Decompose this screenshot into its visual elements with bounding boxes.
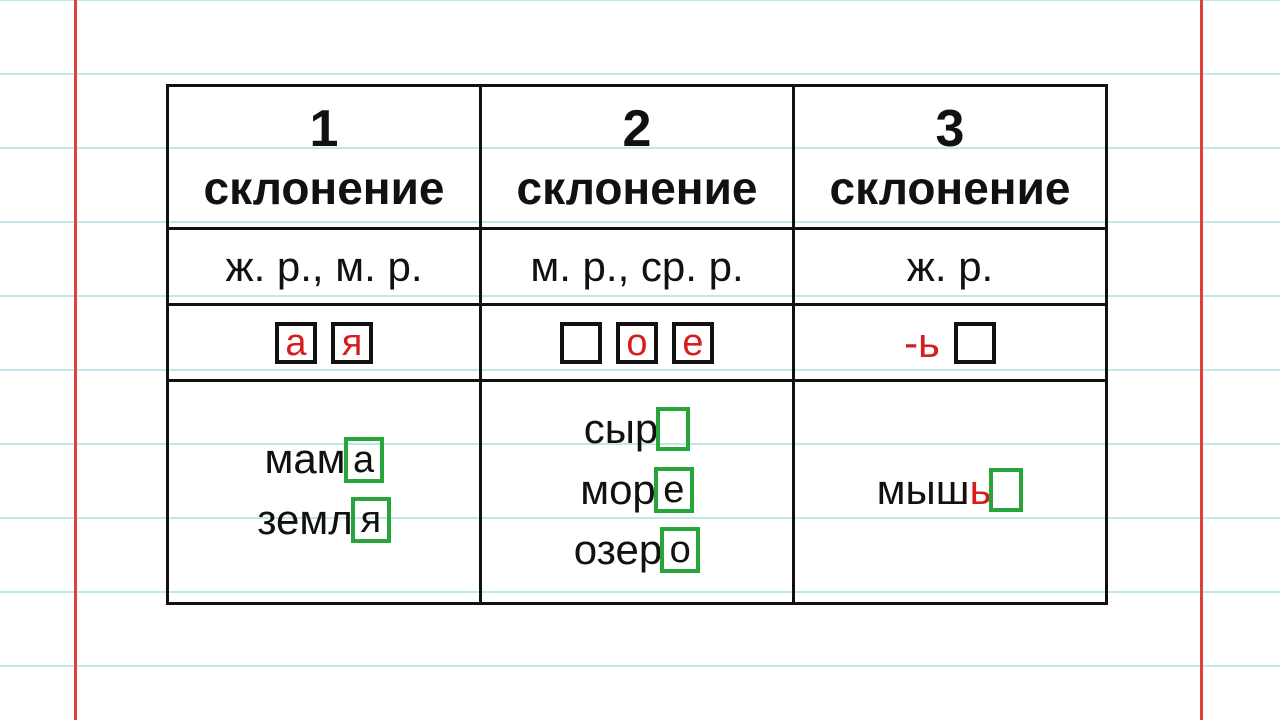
endings-cell-3: -ь <box>794 305 1107 381</box>
suffix-box <box>656 407 690 451</box>
margin-line <box>74 0 77 720</box>
ending-box <box>560 322 602 364</box>
gender-cell-1: ж. р., м. р. <box>168 229 481 305</box>
rule-line <box>0 665 1280 667</box>
declension-number: 1 <box>169 98 479 160</box>
declension-number: 3 <box>795 98 1105 160</box>
word-stem: сыр <box>584 402 659 457</box>
word-stem: мор <box>580 463 656 518</box>
endings-cell-2: ое <box>481 305 794 381</box>
example-word: земля <box>175 493 473 548</box>
suffix-box: о <box>660 527 700 573</box>
declension-number: 2 <box>482 98 792 160</box>
examples-cell-1: мама земля <box>168 381 481 604</box>
suffix-box: а <box>344 437 384 483</box>
suffix-box: е <box>654 467 694 513</box>
examples-cell-2: сырмореозеро <box>481 381 794 604</box>
suffix-box <box>989 468 1023 512</box>
ending-box <box>954 322 996 364</box>
example-word: мышь <box>801 463 1099 518</box>
ending-box: е <box>672 322 714 364</box>
suffix-box: я <box>351 497 391 543</box>
soft-sign: ь <box>969 463 991 518</box>
declension-label: склонение <box>169 161 479 216</box>
col-header-2: 2склонение <box>481 86 794 229</box>
example-word: озеро <box>488 523 786 578</box>
margin-line <box>1200 0 1203 720</box>
endings-cell-1: ая <box>168 305 481 381</box>
ending-box: о <box>616 322 658 364</box>
col-header-3: 3склонение <box>794 86 1107 229</box>
gender-cell-2: м. р., ср. р. <box>481 229 794 305</box>
col-header-1: 1склонение <box>168 86 481 229</box>
word-stem: мам <box>264 432 345 487</box>
ending-box: а <box>275 322 317 364</box>
declension-table: 1склонение2склонение3склонение ж. р., м.… <box>166 84 1108 605</box>
example-word: мама <box>175 432 473 487</box>
word-stem: земл <box>257 493 353 548</box>
word-stem: мыш <box>877 463 970 518</box>
declension-label: склонение <box>482 161 792 216</box>
ending-text: -ь <box>904 319 940 367</box>
rule-line <box>0 73 1280 75</box>
examples-cell-3: мышь <box>794 381 1107 604</box>
ending-box: я <box>331 322 373 364</box>
gender-cell-3: ж. р. <box>794 229 1107 305</box>
declension-label: склонение <box>795 161 1105 216</box>
rule-line <box>0 0 1280 1</box>
example-word: море <box>488 463 786 518</box>
example-word: сыр <box>488 402 786 457</box>
word-stem: озер <box>574 523 662 578</box>
